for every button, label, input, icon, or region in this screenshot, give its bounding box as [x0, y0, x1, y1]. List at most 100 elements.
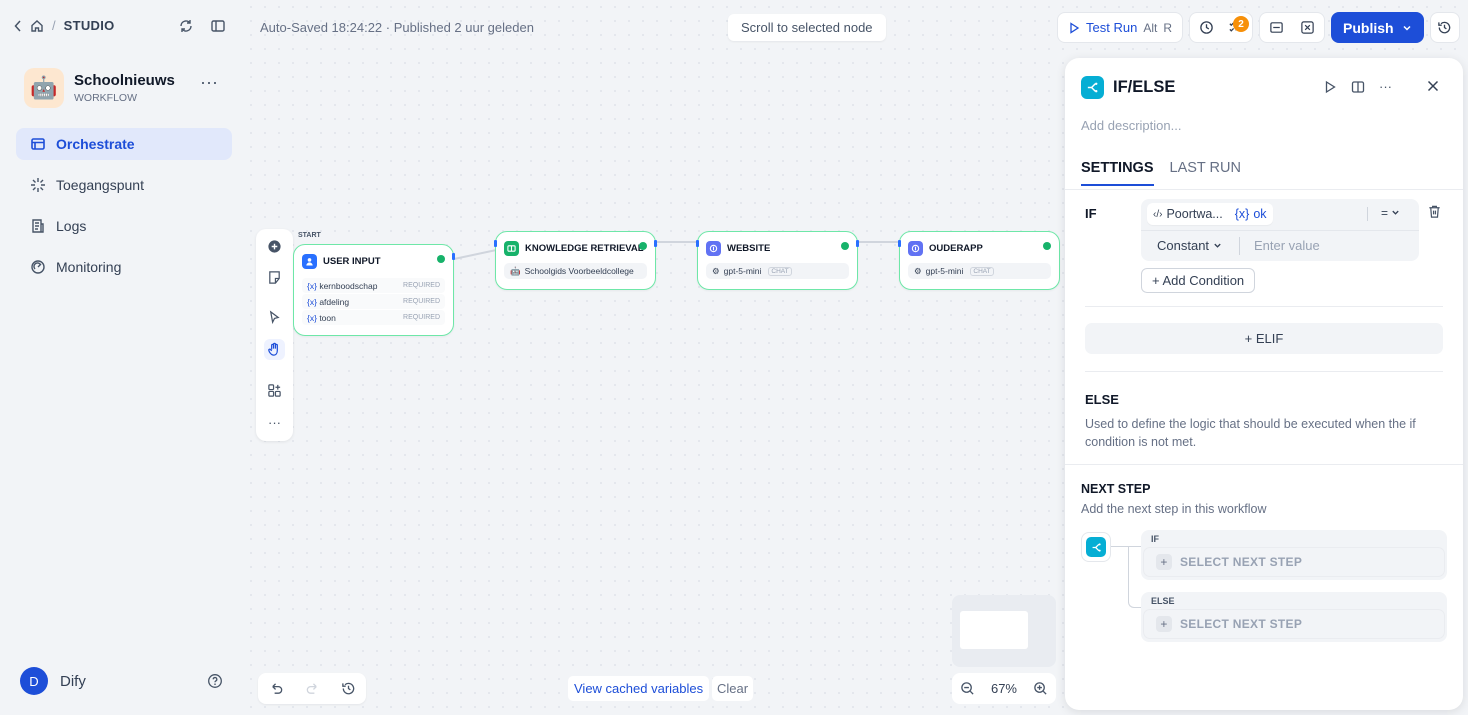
redo-icon[interactable]: [305, 681, 320, 696]
user-input-node[interactable]: USER INPUT {x} kernboodschap REQUIRED {x}…: [293, 244, 455, 336]
sidebar-item-label: Monitoring: [56, 259, 122, 275]
model-name: gpt-5-mini: [723, 266, 762, 276]
condition-variable[interactable]: ‹/› Poortwa... {x} ok: [1147, 203, 1273, 225]
divider: [1085, 371, 1443, 372]
sidebar-nav: Orchestrate Toegangspunt Logs Monitoring: [16, 128, 232, 292]
divider: [1141, 230, 1419, 231]
close-icon[interactable]: [1427, 80, 1439, 92]
panel-actions: ···: [1323, 80, 1392, 94]
select-next-step-button[interactable]: + SELECT NEXT STEP: [1143, 609, 1445, 639]
pointer-icon[interactable]: [264, 307, 285, 328]
user-menu[interactable]: D Dify: [20, 667, 86, 695]
checklist-icon[interactable]: 2: [1228, 16, 1249, 35]
value-type-select[interactable]: Constant: [1157, 238, 1222, 253]
play-icon: [1068, 21, 1080, 34]
zoom-control: 67%: [952, 673, 1056, 704]
tab-last-run[interactable]: LAST RUN: [1170, 160, 1241, 186]
dataset-tag: 🤖 Schoolgids Voorbeeldcollege: [504, 263, 647, 279]
add-condition-button[interactable]: + Add Condition: [1141, 268, 1256, 293]
value-type: Constant: [1157, 238, 1210, 253]
chevron-left-icon[interactable]: [14, 19, 22, 32]
home-icon[interactable]: [30, 19, 44, 33]
sync-icon[interactable]: [178, 18, 194, 34]
add-elif-button[interactable]: + ELIF: [1085, 323, 1443, 354]
sidebar-item-orchestrate[interactable]: Orchestrate: [16, 128, 232, 160]
sidebar-top-icons: [178, 18, 226, 34]
model-mode: CHAT: [768, 266, 792, 276]
run-node-icon[interactable]: [1323, 80, 1337, 94]
variable-icon[interactable]: [1300, 20, 1315, 35]
knowledge-retrieval-node[interactable]: KNOWLEDGE RETRIEVAL 🤖 Schoolgids Voorbeel…: [494, 231, 657, 290]
version-history-icon: [1437, 20, 1452, 35]
view-cached-variables-button[interactable]: View cached variables: [568, 676, 710, 701]
variable-row: {x} toon REQUIRED: [302, 310, 445, 325]
tab-settings[interactable]: SETTINGS: [1081, 160, 1154, 186]
sidebar-item-monitoring[interactable]: Monitoring: [16, 251, 232, 283]
required-tag: REQUIRED: [403, 314, 440, 321]
clear-button[interactable]: Clear: [712, 676, 754, 701]
history-clock-icon[interactable]: [1199, 20, 1214, 35]
operator-select[interactable]: =: [1381, 206, 1400, 220]
openai-icon: ⚙: [712, 265, 720, 276]
chevron-down-icon: [1213, 243, 1221, 248]
sidebar-toggle-icon[interactable]: [210, 18, 226, 34]
test-run-button[interactable]: Test Run Alt R: [1057, 12, 1183, 43]
checklist-badge: 2: [1233, 16, 1249, 32]
output-handle[interactable]: [654, 240, 657, 247]
select-next-step-button[interactable]: + SELECT NEXT STEP: [1143, 547, 1445, 577]
sidebar-item-toegangspunt[interactable]: Toegangspunt: [16, 169, 232, 201]
dataset-icon: 🤖: [510, 265, 521, 276]
env-icon[interactable]: [1269, 20, 1284, 35]
sidebar-item-logs[interactable]: Logs: [16, 210, 232, 242]
more-icon[interactable]: ···: [200, 72, 218, 93]
env-vars-group: [1259, 12, 1325, 43]
scroll-to-selected-button[interactable]: Scroll to selected node: [728, 14, 886, 41]
else-branch: ELSE + SELECT NEXT STEP: [1141, 592, 1447, 642]
history-icon[interactable]: [341, 681, 356, 696]
zoom-in-icon[interactable]: [1033, 681, 1048, 696]
add-note-icon[interactable]: [264, 267, 285, 288]
llm-icon: [908, 241, 923, 256]
organize-icon[interactable]: [264, 380, 285, 401]
version-history-button[interactable]: [1429, 12, 1460, 43]
branch-label: ELSE: [1151, 596, 1175, 606]
publish-button[interactable]: Publish: [1331, 12, 1424, 43]
condition-value-input[interactable]: Enter value: [1254, 238, 1320, 253]
output-handle[interactable]: [452, 253, 455, 260]
ouderapp-llm-node[interactable]: OUDERAPP ⚙ gpt-5-mini CHAT: [898, 231, 1060, 290]
website-llm-node[interactable]: WEBSITE ⚙ gpt-5-mini CHAT: [696, 231, 859, 290]
divider: [1367, 207, 1368, 221]
app-card[interactable]: 🤖 Schoolnieuws WORKFLOW: [24, 68, 175, 108]
breadcrumb-studio[interactable]: STUDIO: [64, 18, 115, 33]
variable-prefix: {x}: [307, 296, 317, 307]
else-title: ELSE: [1085, 392, 1119, 407]
trash-icon[interactable]: [1427, 204, 1442, 219]
monitoring-icon: [30, 259, 46, 275]
minimap-viewport: [960, 611, 1028, 649]
input-handle[interactable]: [696, 240, 699, 247]
input-handle[interactable]: [898, 240, 901, 247]
description-input[interactable]: Add description...: [1081, 118, 1181, 133]
split-view-icon[interactable]: [1351, 80, 1365, 94]
more-tools-icon[interactable]: ···: [264, 412, 285, 433]
zoom-level[interactable]: 67%: [991, 681, 1017, 696]
help-icon[interactable]: [207, 673, 223, 689]
if-else-icon: [1081, 76, 1104, 99]
panel-title: IF/ELSE: [1081, 76, 1175, 99]
breadcrumb: / STUDIO: [14, 18, 115, 33]
minimap[interactable]: [952, 595, 1056, 667]
openai-icon: ⚙: [914, 265, 922, 276]
undo-icon[interactable]: [269, 681, 284, 696]
logs-icon: [30, 218, 46, 234]
model-mode: CHAT: [970, 266, 994, 276]
node-title: WEBSITE: [727, 243, 771, 254]
output-handle[interactable]: [856, 240, 859, 247]
zoom-out-icon[interactable]: [960, 681, 975, 696]
panel-title-text[interactable]: IF/ELSE: [1113, 78, 1175, 97]
if-label: IF: [1085, 206, 1097, 221]
input-handle[interactable]: [494, 240, 497, 247]
app-type: WORKFLOW: [74, 92, 137, 104]
add-node-icon[interactable]: [264, 236, 285, 257]
more-options-icon[interactable]: ···: [1379, 80, 1392, 94]
hand-icon[interactable]: [264, 339, 285, 360]
